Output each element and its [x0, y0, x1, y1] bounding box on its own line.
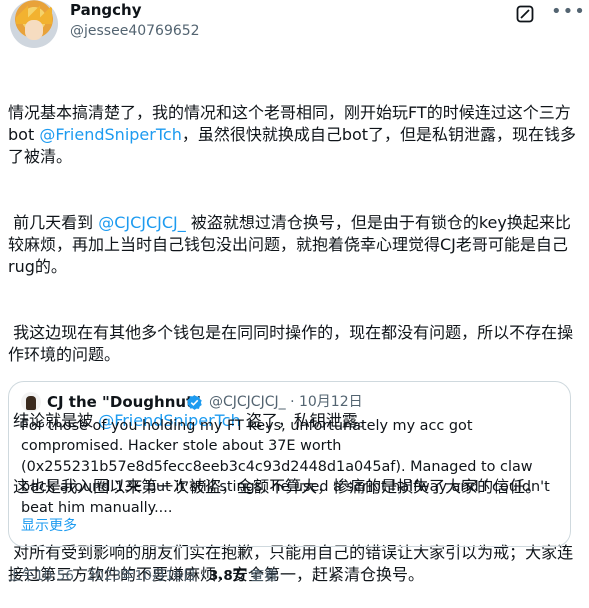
quoted-date: 10月12日 — [298, 394, 363, 410]
author-handle[interactable]: @jessee40769652 — [70, 23, 200, 39]
quoted-tweet[interactable]: CJ the "Doughnut" @CJCJCJCJ_ · 10月12日 Fo… — [8, 381, 571, 547]
show-more-link[interactable]: 显示更多 — [21, 516, 77, 536]
quoted-author-name: CJ the "Doughnut" — [47, 393, 202, 411]
quoted-text: For those of you holding my FT keys, unf… — [21, 418, 550, 516]
quoted-handle: @CJCJCJCJ_ — [209, 394, 286, 410]
grok-icon[interactable] — [515, 4, 535, 24]
tweet-footer: 上午10:56 · 2023年10月16日 · 3.8万 查看 — [8, 568, 278, 584]
quoted-meta: @CJCJCJCJ_ · 10月12日 — [209, 394, 363, 410]
tweet-date[interactable]: 2023年10月16日 — [87, 568, 196, 584]
quoted-tweet-header: CJ the "Doughnut" @CJCJCJCJ_ · 10月12日 — [21, 392, 561, 412]
tweet-time[interactable]: 上午10:56 — [8, 568, 74, 584]
mention-link[interactable]: @CJCJCJCJ_ — [98, 213, 186, 232]
view-label: 查看 — [246, 568, 278, 584]
verified-badge-icon — [187, 395, 202, 410]
more-icon[interactable]: ••• — [551, 2, 585, 26]
mention-link[interactable]: @FriendSniperTch — [39, 125, 182, 144]
quoted-avatar — [21, 392, 41, 412]
avatar[interactable] — [10, 0, 58, 48]
tweet-header: Pangchy @jessee40769652 ••• — [8, 0, 585, 56]
author-name[interactable]: Pangchy — [70, 1, 141, 19]
view-count: 3.8万 — [208, 568, 247, 584]
